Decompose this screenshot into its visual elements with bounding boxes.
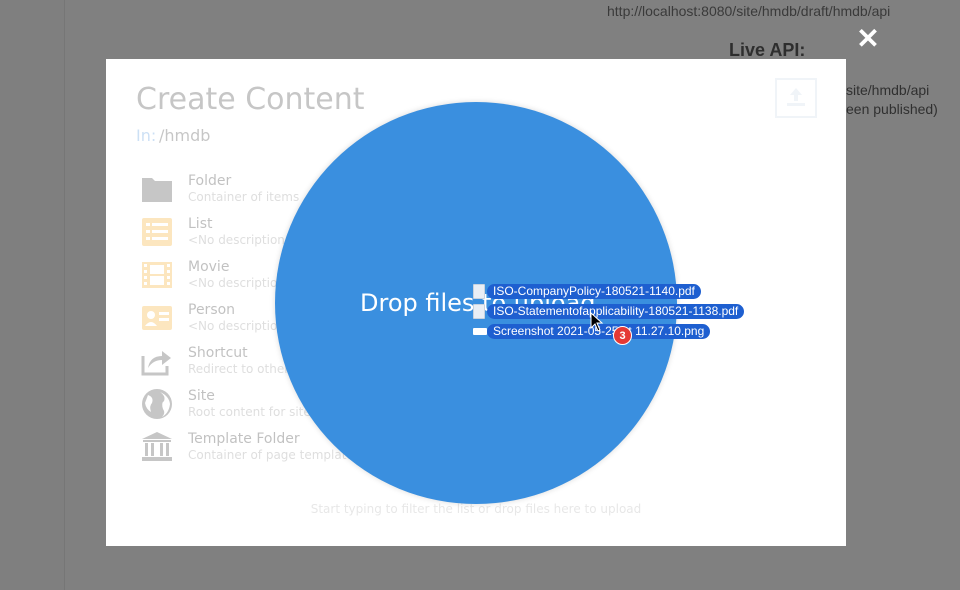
bank-icon — [142, 432, 172, 461]
filter-hint: Start typing to filter the list or drop … — [310, 502, 642, 516]
path-prefix: In: — [136, 126, 157, 145]
close-icon[interactable]: ✕ — [853, 24, 883, 54]
content-type-name: List — [188, 216, 213, 232]
drag-count-badge: 3 — [613, 326, 632, 345]
published-note-fragment: een published) — [846, 101, 938, 117]
draft-url-link[interactable]: http://localhost:8080/site/hmdb/draft/hm… — [607, 3, 890, 19]
side-divider — [64, 0, 65, 590]
content-type-name: Movie — [188, 259, 230, 275]
content-type-name: Person — [188, 302, 236, 318]
live-api-label: Live API: — [729, 40, 806, 60]
pdf-file-icon — [473, 304, 485, 319]
path-value: /hmdb — [159, 126, 211, 145]
person-card-icon — [142, 306, 172, 330]
content-type-description: Root content for sites — [188, 405, 317, 419]
content-type-name: Folder — [188, 173, 232, 189]
content-type-name: Template Folder — [188, 431, 300, 447]
film-icon — [142, 262, 172, 288]
dragged-file-name: ISO-CompanyPolicy-180521-1140.pdf — [487, 284, 701, 299]
share-arrow-icon — [141, 351, 171, 376]
dialog-title: Create Content — [136, 82, 365, 117]
content-type-description: Redirect to other — [188, 362, 290, 376]
pdf-file-icon — [473, 284, 485, 299]
content-type-description: Container of items — [188, 190, 300, 204]
mouse-pointer-icon — [590, 312, 604, 332]
image-file-icon — [473, 328, 487, 335]
content-type-name: Site — [188, 388, 215, 404]
content-type-description: Container of page templates — [188, 448, 361, 462]
list-icon — [142, 218, 172, 246]
live-api-url-fragment: site/hmdb/api — [846, 82, 930, 98]
dragged-file-name: ISO-Statementofapplicability-180521-1138… — [487, 304, 745, 319]
upload-icon — [787, 88, 805, 106]
folder-icon — [142, 178, 172, 202]
upload-button[interactable] — [775, 78, 817, 118]
content-type-description: <No description> — [188, 233, 295, 247]
globe-icon — [142, 389, 172, 419]
content-type-name: Shortcut — [188, 345, 248, 361]
